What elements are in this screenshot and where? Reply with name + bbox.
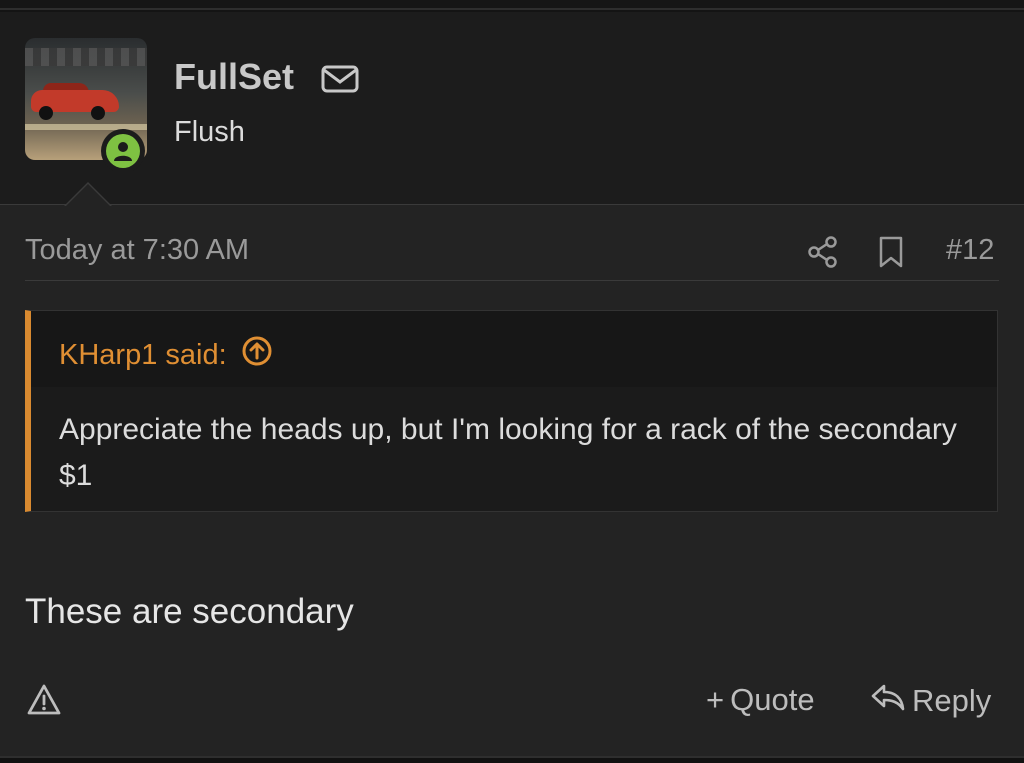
reply-button[interactable]: Reply xyxy=(870,682,991,720)
user-title: Flush xyxy=(174,116,245,148)
quote-author-label: KHarp1 said: xyxy=(59,338,227,371)
arrow-up-circle-icon[interactable] xyxy=(241,335,273,375)
quote-text: Appreciate the heads up, but I'm looking… xyxy=(59,413,957,492)
reply-arrow-icon xyxy=(870,682,906,720)
post-number-link[interactable]: #12 xyxy=(946,234,994,267)
quote-button[interactable]: + Quote xyxy=(706,682,815,718)
bookmark-icon[interactable] xyxy=(876,235,906,269)
quote-button-label: Quote xyxy=(730,682,815,717)
post-user-header: FullSet Flush xyxy=(0,12,1024,205)
post-date[interactable]: Today at 7:30 AM xyxy=(25,234,249,267)
forum-post: FullSet Flush Today at 7:30 AM #12 KHarp… xyxy=(0,12,1024,756)
plus-icon: + xyxy=(706,682,725,717)
post-message: These are secondary xyxy=(25,592,354,631)
user-online-icon xyxy=(106,134,140,168)
report-warning-icon[interactable] xyxy=(26,682,62,718)
reply-button-label: Reply xyxy=(912,683,992,718)
online-status-badge xyxy=(101,129,145,173)
username-link[interactable]: FullSet xyxy=(174,56,294,98)
bottom-divider xyxy=(0,756,1024,763)
divider xyxy=(25,280,999,281)
quote-header: KHarp1 said: xyxy=(31,311,997,387)
top-divider xyxy=(0,0,1024,10)
quote-block: KHarp1 said: Appreciate the heads up, bu… xyxy=(25,310,998,512)
share-icon[interactable] xyxy=(806,235,840,269)
quote-attribution-link[interactable]: KHarp1 said: xyxy=(59,335,273,375)
envelope-icon[interactable] xyxy=(320,64,360,94)
